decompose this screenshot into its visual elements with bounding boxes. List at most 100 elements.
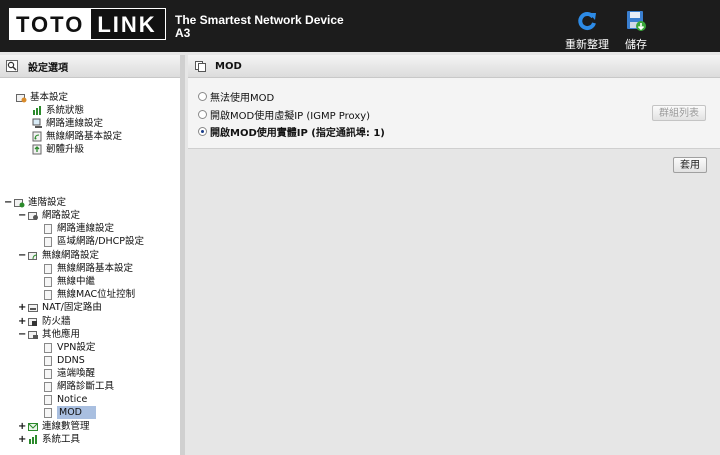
tree-item-diagnostics[interactable]: 網路診斷工具 — [44, 380, 114, 393]
tree-nat-routing[interactable]: + NAT/固定路由 — [18, 301, 102, 314]
tree-item-wireless-mac[interactable]: 無線MAC位址控制 — [44, 288, 135, 301]
save-button[interactable]: 儲存 — [625, 10, 647, 52]
device-tagline: The Smartest Network Device A3 — [175, 14, 344, 40]
folder-gear-icon — [14, 199, 25, 208]
tree-label: 系統狀態 — [46, 105, 85, 116]
mod-option-public-ip[interactable]: 開啟MOD使用實體IP (指定通訊埠: 1) — [198, 124, 385, 139]
tree-advanced-settings[interactable]: − 進階設定 — [4, 196, 66, 209]
radio-button-selected[interactable] — [198, 127, 207, 136]
radio-button[interactable] — [198, 110, 207, 119]
collapse-toggle[interactable]: − — [18, 209, 26, 222]
page-title: MOD — [215, 60, 242, 72]
tree-item-network-connection[interactable]: 網路連線設定 — [32, 117, 103, 130]
tree-item-wol[interactable]: 遠端喚醒 — [44, 367, 95, 380]
tree-basic-settings[interactable]: 基本設定 — [16, 91, 68, 104]
tree-item-wireless-basic[interactable]: 無線網路基本設定 — [32, 130, 122, 143]
router-icon — [28, 304, 38, 312]
collapse-toggle[interactable]: − — [18, 328, 26, 341]
radio-button[interactable] — [198, 92, 207, 101]
option-label: 無法使用MOD — [210, 93, 275, 104]
tree-item-firmware-upgrade[interactable]: 韌體升級 — [32, 143, 84, 156]
tree-item-lan-dhcp[interactable]: 區域網路/DHCP設定 — [44, 235, 144, 248]
folder-gear-icon — [16, 94, 27, 103]
tree-label: 防火牆 — [42, 316, 71, 327]
refresh-label: 重新整理 — [565, 38, 609, 51]
sidebar: 設定選項 基本設定 系統狀態 網路連線設定 無線網路基本設定 韌體升級 − 進階… — [0, 55, 185, 455]
tree-connection-management[interactable]: + 連線數管理 — [18, 420, 90, 433]
page-icon — [44, 289, 52, 300]
tree-item-system-status[interactable]: 系統狀態 — [32, 104, 84, 117]
sidebar-title: 設定選項 — [28, 62, 68, 74]
tree-firewall[interactable]: + 防火牆 — [18, 315, 71, 328]
collapse-toggle[interactable]: − — [4, 196, 12, 209]
collapse-toggle[interactable]: − — [18, 249, 26, 262]
refresh-button[interactable]: 重新整理 — [565, 10, 609, 52]
tree-label-selected: MOD — [57, 406, 96, 419]
tools-chart-icon — [29, 435, 37, 444]
tree-network-settings[interactable]: − 網路設定 — [18, 209, 80, 222]
tree-label: 基本設定 — [30, 92, 69, 103]
tree-item-vpn[interactable]: VPN設定 — [44, 341, 95, 354]
tree-label: 網路連線設定 — [57, 223, 115, 234]
apply-button[interactable]: 套用 — [673, 157, 707, 173]
page-icon — [44, 355, 52, 366]
network-folder-icon — [28, 212, 38, 220]
page-icon — [44, 223, 52, 234]
tree-label: 韌體升級 — [46, 144, 85, 155]
totolink-logo: TOTO LINK — [9, 8, 166, 40]
main-content: MOD 無法使用MOD 開啟MOD使用虛擬IP (IGMP Proxy) 開啟M… — [188, 55, 720, 455]
logo-text-left: TOTO — [9, 8, 92, 40]
tree-label: NAT/固定路由 — [42, 302, 102, 313]
tree-other-applications[interactable]: − 其他應用 — [18, 328, 80, 341]
logo-text-right: LINK — [91, 8, 166, 40]
tree-item-wireless-basic-adv[interactable]: 無線網路基本設定 — [44, 262, 133, 275]
wireless-folder-icon — [28, 252, 38, 260]
page-icon — [44, 394, 52, 405]
tree-item-ddns[interactable]: DDNS — [44, 354, 85, 367]
tree-label: 連線數管理 — [42, 421, 90, 432]
apps-folder-icon — [28, 331, 38, 339]
group-list-button[interactable]: 群組列表 — [652, 105, 706, 121]
mod-options-panel: 無法使用MOD 開啟MOD使用虛擬IP (IGMP Proxy) 開啟MOD使用… — [188, 78, 720, 149]
content-header: MOD — [188, 55, 720, 78]
refresh-icon — [578, 12, 596, 31]
tree-label: 無線網路基本設定 — [57, 263, 134, 274]
tree-label: 遠端喚醒 — [57, 368, 96, 379]
tree-item-notice[interactable]: Notice — [44, 393, 87, 406]
tree-label: 無線中繼 — [57, 276, 96, 287]
network-icon — [32, 118, 42, 128]
page-icon — [44, 342, 52, 353]
tree-label: 網路設定 — [42, 210, 81, 221]
expand-toggle[interactable]: + — [18, 433, 26, 446]
mod-option-igmp-proxy[interactable]: 開啟MOD使用虛擬IP (IGMP Proxy) — [198, 107, 370, 122]
tree-label: 其他應用 — [42, 329, 81, 340]
lock-icon — [28, 318, 37, 326]
tree-wireless-settings[interactable]: − 無線網路設定 — [18, 249, 99, 262]
page-icon — [44, 263, 52, 274]
expand-toggle[interactable]: + — [18, 420, 26, 433]
tree-label: 無線網路基本設定 — [46, 131, 123, 142]
magnifier-icon — [6, 60, 18, 72]
mod-option-disabled[interactable]: 無法使用MOD — [198, 89, 274, 104]
mail-icon — [28, 423, 38, 431]
save-icon — [627, 11, 646, 31]
expand-toggle[interactable]: + — [18, 301, 26, 314]
option-label: 開啟MOD使用實體IP (指定通訊埠: 1) — [210, 128, 385, 139]
tree-label: Notice — [57, 394, 88, 405]
page-icon — [195, 60, 206, 72]
expand-toggle[interactable]: + — [18, 315, 26, 328]
page-icon — [44, 276, 52, 287]
model-name: A3 — [175, 26, 191, 40]
tree-item-wireless-repeater[interactable]: 無線中繼 — [44, 275, 95, 288]
tree-item-mod[interactable]: MOD — [44, 406, 96, 419]
page-icon — [44, 236, 52, 247]
tree-item-network-connection-adv[interactable]: 網路連線設定 — [44, 222, 114, 235]
tree-system-tools[interactable]: + 系統工具 — [18, 433, 80, 446]
save-label: 儲存 — [625, 38, 647, 51]
page-icon — [44, 381, 52, 392]
tree-label: 進階設定 — [28, 197, 67, 208]
tree-label: DDNS — [57, 355, 85, 366]
tree-label: 網路診斷工具 — [57, 381, 115, 392]
tree-label: 無線MAC位址控制 — [57, 289, 136, 300]
page-icon — [44, 368, 52, 379]
